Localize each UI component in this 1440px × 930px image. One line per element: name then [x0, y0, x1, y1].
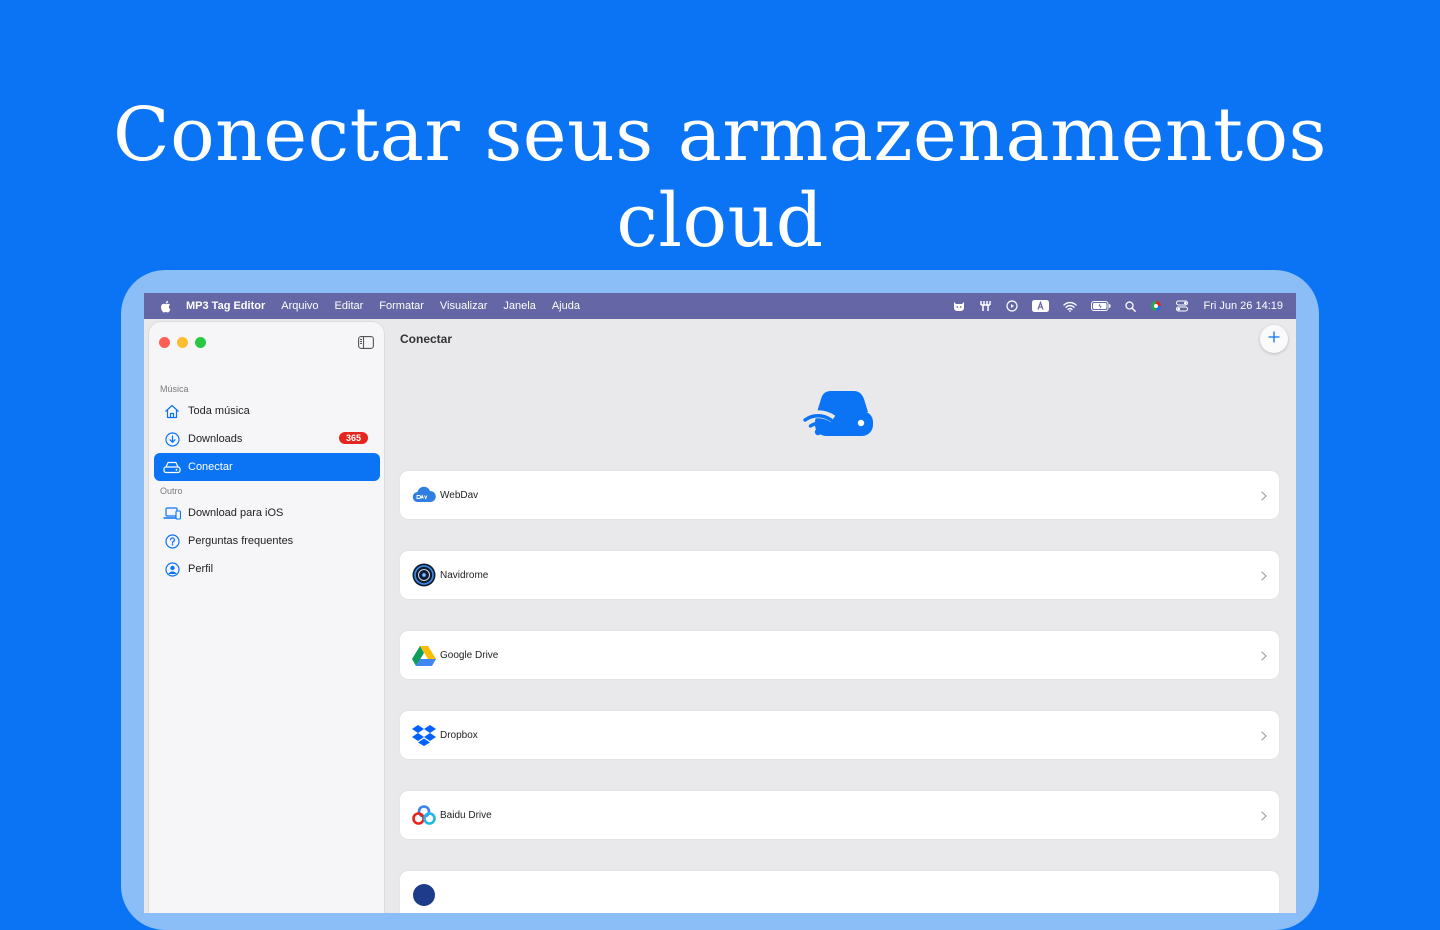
service-label: WebDav	[440, 489, 479, 501]
sidebar-item-label: Perguntas frequentes	[188, 535, 294, 547]
baidu-drive-icon	[411, 802, 437, 828]
chevron-right-icon	[1261, 808, 1267, 826]
google-drive-icon	[411, 642, 437, 668]
window-controls	[159, 337, 213, 348]
sidebar-item-perguntas[interactable]: Perguntas frequentes	[154, 527, 380, 555]
service-row-webdav[interactable]: WebDav	[400, 471, 1279, 519]
app-window: Música Toda música Downloads 365 Conecta…	[144, 319, 1296, 913]
person-circle-icon	[163, 560, 181, 578]
section-label-other: Outro	[160, 486, 183, 496]
close-window-button[interactable]	[159, 337, 170, 348]
section-label-music: Música	[160, 384, 189, 394]
service-row-partial[interactable]	[400, 871, 1279, 913]
downloads-count-badge: 365	[338, 432, 368, 444]
chevron-right-icon	[1261, 648, 1267, 666]
control-center-icon[interactable]	[1175, 300, 1188, 312]
webdav-icon	[411, 482, 437, 508]
service-row-google-drive[interactable]: Google Drive	[400, 631, 1279, 679]
sidebar: Música Toda música Downloads 365 Conecta…	[149, 322, 384, 913]
sidebar-item-conectar[interactable]: Conectar	[154, 453, 380, 481]
zoom-window-button[interactable]	[195, 337, 206, 348]
question-circle-icon	[163, 532, 181, 550]
play-circle-icon[interactable]	[1005, 300, 1018, 312]
apple-icon[interactable]	[158, 300, 172, 313]
service-row-baidu-drive[interactable]: Baidu Drive	[400, 791, 1279, 839]
dropbox-icon	[411, 722, 437, 748]
menu-arquivo[interactable]: Arquivo	[281, 300, 318, 312]
keyboard-a-icon[interactable]	[1031, 300, 1049, 312]
chevron-right-icon	[1261, 728, 1267, 746]
service-label: Dropbox	[440, 729, 478, 741]
service-row-navidrome[interactable]: Navidrome	[400, 551, 1279, 599]
sidebar-item-label: Perfil	[188, 563, 214, 575]
chevron-right-icon	[1261, 568, 1267, 586]
fork-icon[interactable]	[979, 300, 992, 312]
battery-icon[interactable]	[1090, 301, 1111, 311]
sidebar-item-label: Toda música	[188, 405, 250, 417]
sidebar-item-label: Downloads	[188, 433, 243, 445]
service-label: Google Drive	[440, 649, 499, 661]
menu-editar[interactable]: Editar	[335, 300, 364, 312]
sidebar-item-label: Download para iOS	[188, 507, 284, 519]
search-icon[interactable]	[1124, 300, 1136, 312]
navidrome-icon	[411, 562, 437, 588]
network-drive-icon	[163, 458, 181, 476]
sidebar-item-downloads[interactable]: Downloads 365	[154, 425, 380, 453]
menu-formatar[interactable]: Formatar	[379, 300, 424, 312]
menu-visualizar[interactable]: Visualizar	[440, 300, 488, 312]
service-label: Baidu Drive	[440, 809, 492, 821]
sidebar-toggle-icon[interactable]	[358, 336, 374, 354]
sidebar-item-download-ios[interactable]: Download para iOS	[154, 499, 380, 527]
plus-icon	[1268, 330, 1280, 348]
network-drive-wifi-icon	[800, 389, 875, 444]
menu-app-name[interactable]: MP3 Tag Editor	[186, 300, 265, 312]
headline: Conectar seus armazenamentos cloud	[113, 92, 1327, 264]
chevron-right-icon	[1261, 488, 1267, 506]
page-title: Conectar	[400, 332, 453, 346]
sidebar-item-toda-musica[interactable]: Toda música	[154, 397, 380, 425]
cat-icon[interactable]	[953, 300, 965, 312]
menu-janela[interactable]: Janela	[503, 300, 535, 312]
wifi-icon[interactable]	[1062, 301, 1077, 312]
minimize-window-button[interactable]	[177, 337, 188, 348]
screen: MP3 Tag Editor Arquivo Editar Formatar V…	[144, 293, 1296, 913]
add-connection-button[interactable]	[1260, 325, 1288, 353]
sidebar-item-perfil[interactable]: Perfil	[154, 555, 380, 583]
menubar-clock[interactable]: Fri Jun 26 14:19	[1204, 300, 1284, 312]
menu-ajuda[interactable]: Ajuda	[552, 300, 580, 312]
sidebar-item-label: Conectar	[188, 461, 233, 473]
color-circle-icon[interactable]	[1150, 300, 1162, 312]
menu-bar: MP3 Tag Editor Arquivo Editar Formatar V…	[144, 293, 1296, 319]
house-icon	[163, 402, 181, 420]
download-circle-icon	[163, 430, 181, 448]
cloud-service-icon	[411, 882, 437, 908]
laptop-phone-icon	[163, 504, 181, 522]
service-row-dropbox[interactable]: Dropbox	[400, 711, 1279, 759]
service-label: Navidrome	[440, 569, 489, 581]
